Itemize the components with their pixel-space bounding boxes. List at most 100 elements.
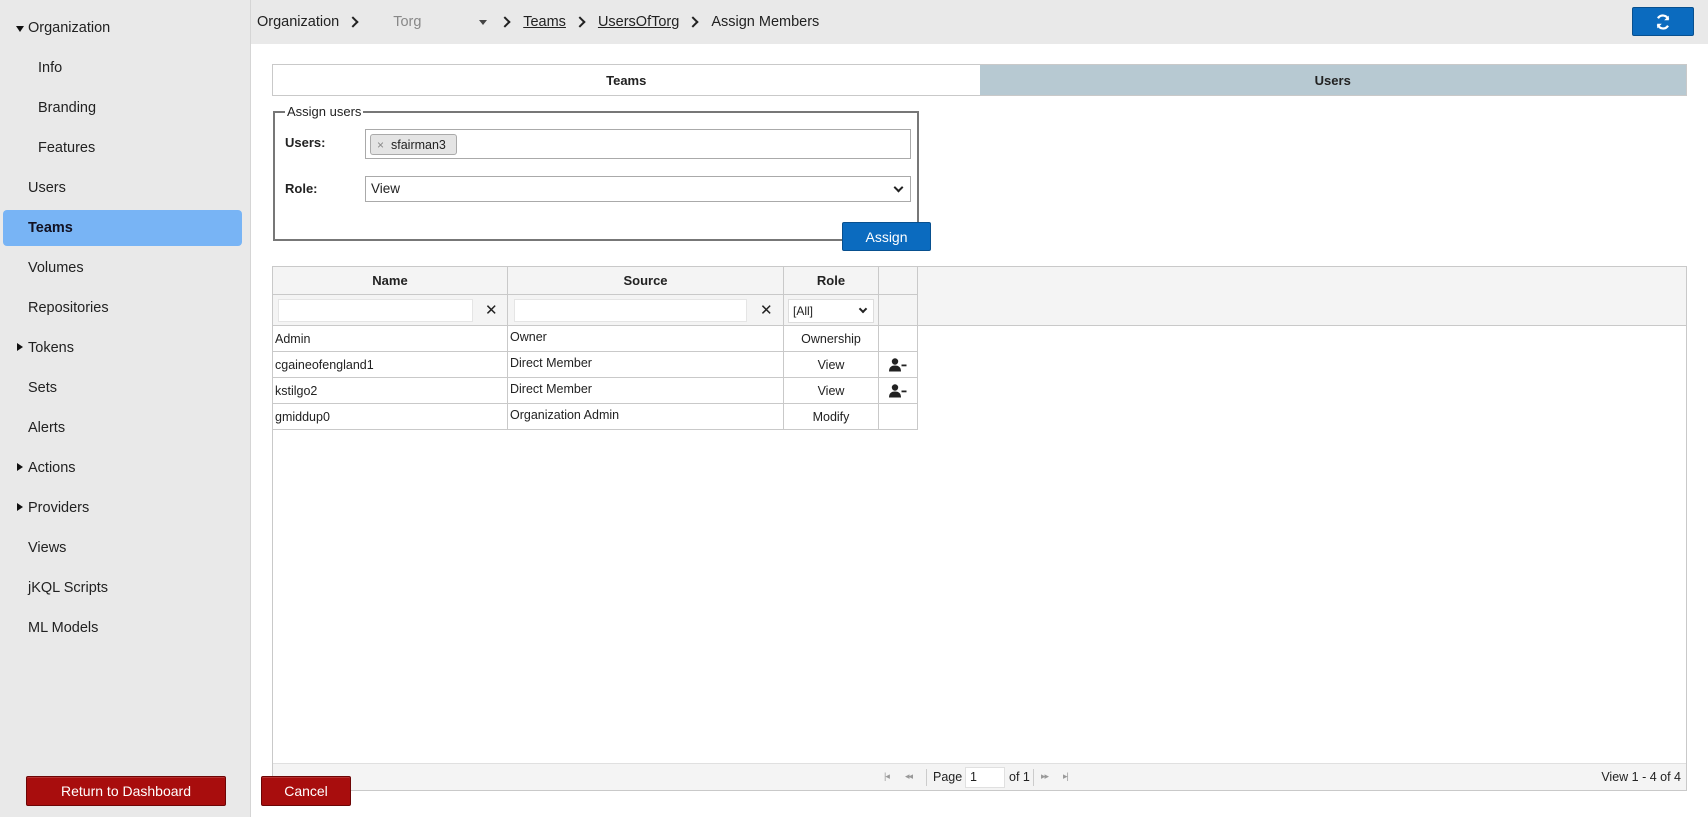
caret-down-icon (16, 26, 24, 32)
source-filter-input[interactable] (514, 299, 747, 322)
sidebar-item-users[interactable]: Users (3, 170, 242, 206)
users-label: Users: (285, 135, 326, 150)
sidebar-item-teams[interactable]: Teams (3, 210, 242, 246)
assign-users-panel: Assign users Users: × sfairman3 Role: Vi… (273, 104, 931, 251)
sidebar-item-organization[interactable]: Organization (3, 10, 242, 46)
filter-cell-source: ✕ (508, 295, 784, 326)
org-select-value: Torg (393, 14, 422, 30)
sidebar-item-volumes[interactable]: Volumes (3, 250, 242, 286)
cell-role: View (784, 352, 879, 377)
cell-role: Modify (784, 404, 879, 429)
caret-right-icon (17, 463, 23, 471)
cell-name: gmiddup0 (273, 404, 508, 429)
sidebar-item-label: Repositories (28, 300, 109, 316)
clear-name-filter-icon[interactable]: ✕ (485, 301, 498, 319)
sidebar-item-features[interactable]: Features (3, 130, 242, 166)
assign-button[interactable]: Assign (842, 222, 931, 251)
filter-cell-actions (879, 295, 918, 326)
sidebar-item-label: Branding (38, 100, 97, 116)
return-to-dashboard-button[interactable]: Return to Dashboard (26, 776, 226, 806)
column-header-source[interactable]: Source (508, 267, 784, 295)
sidebar-item-label: Views (28, 540, 67, 556)
table-row[interactable]: gmiddup0 Organization Admin Modify (273, 404, 918, 430)
remove-user-icon[interactable] (889, 383, 907, 398)
last-page-icon[interactable]: ▸| (1063, 771, 1069, 782)
sidebar: Organization Info Branding Features User… (0, 0, 251, 817)
users-multiselect-input[interactable]: × sfairman3 (365, 129, 911, 159)
cell-name: Admin (273, 326, 508, 351)
chevron-right-icon (499, 16, 511, 28)
table-row[interactable]: kstilgo2 Direct Member View (273, 378, 918, 404)
filter-cell-role: [All] (784, 295, 879, 326)
org-select[interactable]: Torg (371, 14, 491, 30)
breadcrumb-organization: Organization (257, 14, 340, 30)
first-page-icon[interactable]: |◂ (884, 771, 890, 782)
cell-source: Organization Admin (508, 404, 784, 429)
sidebar-item-label: Organization (28, 20, 111, 36)
cell-name: cgaineofengland1 (273, 352, 508, 377)
sidebar-item-sets[interactable]: Sets (3, 370, 242, 406)
name-filter-input[interactable] (278, 299, 473, 322)
sidebar-item-label: Teams (28, 220, 73, 236)
page-number-input[interactable]: 1 (965, 767, 1005, 788)
tab-teams[interactable]: Teams (273, 65, 980, 95)
cell-role: View (784, 378, 879, 403)
role-filter-select[interactable]: [All] (788, 299, 874, 323)
sidebar-item-label: Info (38, 60, 63, 76)
sidebar-item-info[interactable]: Info (3, 50, 242, 86)
role-select-value: View (371, 181, 401, 196)
clear-source-filter-icon[interactable]: ✕ (760, 301, 773, 319)
refresh-icon (1656, 13, 1670, 30)
sidebar-item-providers[interactable]: Providers (3, 490, 242, 526)
selected-user-chip: × sfairman3 (370, 134, 457, 155)
sidebar-item-label: Actions (28, 460, 76, 476)
chevron-down-icon (893, 182, 904, 193)
cell-actions (879, 352, 918, 377)
breadcrumb-teams-link[interactable]: Teams (523, 14, 566, 30)
table-row[interactable]: Admin Owner Ownership (273, 326, 918, 352)
tab-bar: Teams Users (272, 64, 1687, 96)
grid-pager: |◂ ◂◂ Page 1 of 1 ▸▸ ▸| View 1 - 4 of 4 (273, 763, 1686, 790)
sidebar-item-repositories[interactable]: Repositories (3, 290, 242, 326)
cancel-button[interactable]: Cancel (261, 776, 351, 806)
remove-user-icon[interactable] (889, 357, 907, 372)
prev-page-icon[interactable]: ◂◂ (905, 771, 913, 782)
column-header-name[interactable]: Name (273, 267, 508, 295)
page-label: Page (933, 770, 963, 784)
table-row[interactable]: cgaineofengland1 Direct Member View (273, 352, 918, 378)
breadcrumb: Organization Torg Teams UsersOfTorg Assi… (257, 0, 819, 44)
sidebar-nav: Organization Info Branding Features User… (0, 0, 250, 646)
sidebar-item-alerts[interactable]: Alerts (3, 410, 242, 446)
cell-role: Ownership (784, 326, 879, 351)
role-select[interactable]: View (365, 176, 911, 202)
column-header-actions (879, 267, 918, 295)
sidebar-item-label: Users (28, 180, 66, 196)
sidebar-item-label: Alerts (28, 420, 66, 436)
chip-remove-icon[interactable]: × (377, 135, 384, 155)
cell-actions (879, 404, 918, 429)
refresh-button[interactable] (1632, 7, 1694, 36)
sidebar-item-actions[interactable]: Actions (3, 450, 242, 486)
sidebar-item-label: Features (38, 140, 96, 156)
sidebar-item-branding[interactable]: Branding (3, 90, 242, 126)
sidebar-item-tokens[interactable]: Tokens (3, 330, 242, 366)
grid-header: Name Source Role ✕ ✕ [All] (273, 267, 1686, 326)
header-bar: Organization Torg Teams UsersOfTorg Assi… (251, 0, 1708, 44)
chevron-right-icon (347, 16, 359, 28)
chevron-right-icon (687, 16, 699, 28)
next-page-icon[interactable]: ▸▸ (1041, 771, 1049, 782)
tab-users[interactable]: Users (979, 65, 1686, 95)
sidebar-item-label: jKQL Scripts (28, 580, 109, 596)
sidebar-item-label: Tokens (28, 340, 74, 356)
cell-actions (879, 378, 918, 403)
breadcrumb-team-link[interactable]: UsersOfTorg (598, 14, 679, 30)
sidebar-item-ml-models[interactable]: ML Models (3, 610, 242, 646)
sidebar-item-jkql-scripts[interactable]: jKQL Scripts (3, 570, 242, 606)
role-label: Role: (285, 181, 318, 196)
sidebar-item-label: Volumes (28, 260, 84, 276)
breadcrumb-current: Assign Members (711, 14, 820, 30)
sidebar-item-views[interactable]: Views (3, 530, 242, 566)
pager-separator (926, 769, 927, 786)
chip-label: sfairman3 (391, 138, 446, 152)
column-header-role[interactable]: Role (784, 267, 879, 295)
